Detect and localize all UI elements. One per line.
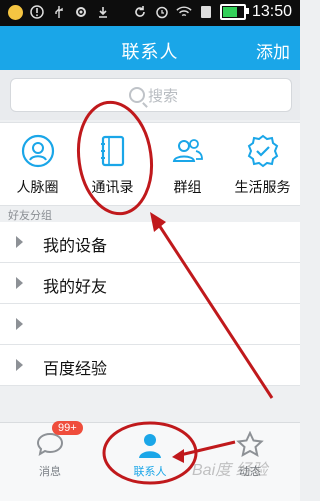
- battery-icon: [219, 4, 249, 20]
- sync-icon: [132, 4, 148, 20]
- address-book-icon: [95, 133, 131, 169]
- friend-group-row[interactable]: 百度经验: [0, 345, 300, 386]
- friend-group-list: 我的设备 我的好友 百度经验: [0, 222, 300, 386]
- friend-group-row[interactable]: [0, 304, 300, 345]
- tab-messages[interactable]: 99+ 消息: [0, 421, 100, 479]
- tab-contacts[interactable]: 联系人: [100, 429, 200, 479]
- quick-action-tongxunlu[interactable]: 通讯录: [75, 133, 150, 197]
- person-icon: [139, 434, 161, 458]
- gear-icon: [73, 4, 89, 20]
- wifi-icon: [176, 4, 192, 20]
- add-button[interactable]: 添加: [256, 38, 290, 63]
- tab-label: 联系人: [133, 465, 167, 478]
- status-bar: 13:50: [0, 0, 300, 26]
- quick-action-shenghuofuwu[interactable]: 生活服务: [225, 133, 300, 197]
- friend-group-label: 百度经验: [43, 361, 108, 378]
- unread-badge: 99+: [52, 421, 83, 435]
- chevron-right-icon: [16, 318, 23, 330]
- chevron-right-icon: [16, 236, 23, 248]
- contacts-circle-icon: [20, 133, 56, 169]
- quick-action-qunzu[interactable]: 群组: [150, 133, 225, 197]
- search-icon: [129, 87, 145, 103]
- friend-group-label: 我的设备: [43, 238, 108, 255]
- friend-group-row[interactable]: 我的设备: [0, 222, 300, 263]
- download-icon: [95, 4, 111, 20]
- app-header: 联系人 添加: [0, 26, 300, 70]
- alert-circle-icon: [29, 4, 45, 20]
- friend-groups-header: 好友分组: [8, 209, 52, 222]
- alarm-icon: [154, 4, 170, 20]
- chevron-right-icon: [16, 277, 23, 289]
- status-clock: 13:50: [251, 3, 292, 20]
- usb-icon: [51, 4, 67, 20]
- baidu-watermark: Bai度 经验: [192, 462, 268, 479]
- quick-action-label: 生活服务: [234, 179, 291, 195]
- friend-group-row[interactable]: 我的好友: [0, 263, 300, 304]
- star-icon: [236, 431, 264, 457]
- status-right-icons: 13:50: [132, 3, 292, 21]
- tab-label: 消息: [39, 465, 61, 478]
- quick-action-label: 群组: [173, 179, 202, 195]
- sim-icon: [198, 4, 214, 20]
- group-icon: [170, 133, 206, 169]
- quick-actions: 人脉圈 通讯录 群组 生活服务: [0, 122, 300, 206]
- service-badge-icon: [245, 133, 281, 169]
- friend-group-label: 我的好友: [43, 279, 108, 296]
- quick-action-renmaiquan[interactable]: 人脉圈: [0, 133, 75, 197]
- search-placeholder: 搜索: [148, 87, 179, 105]
- quick-action-label: 通讯录: [91, 179, 134, 195]
- status-left-icons: [8, 4, 111, 20]
- page-title: 联系人: [121, 42, 179, 62]
- chevron-right-icon: [16, 359, 23, 371]
- search-area: 搜索: [0, 70, 300, 120]
- search-input[interactable]: 搜索: [10, 78, 292, 112]
- emoji-icon: [8, 4, 23, 20]
- quick-action-label: 人脉圈: [16, 179, 59, 195]
